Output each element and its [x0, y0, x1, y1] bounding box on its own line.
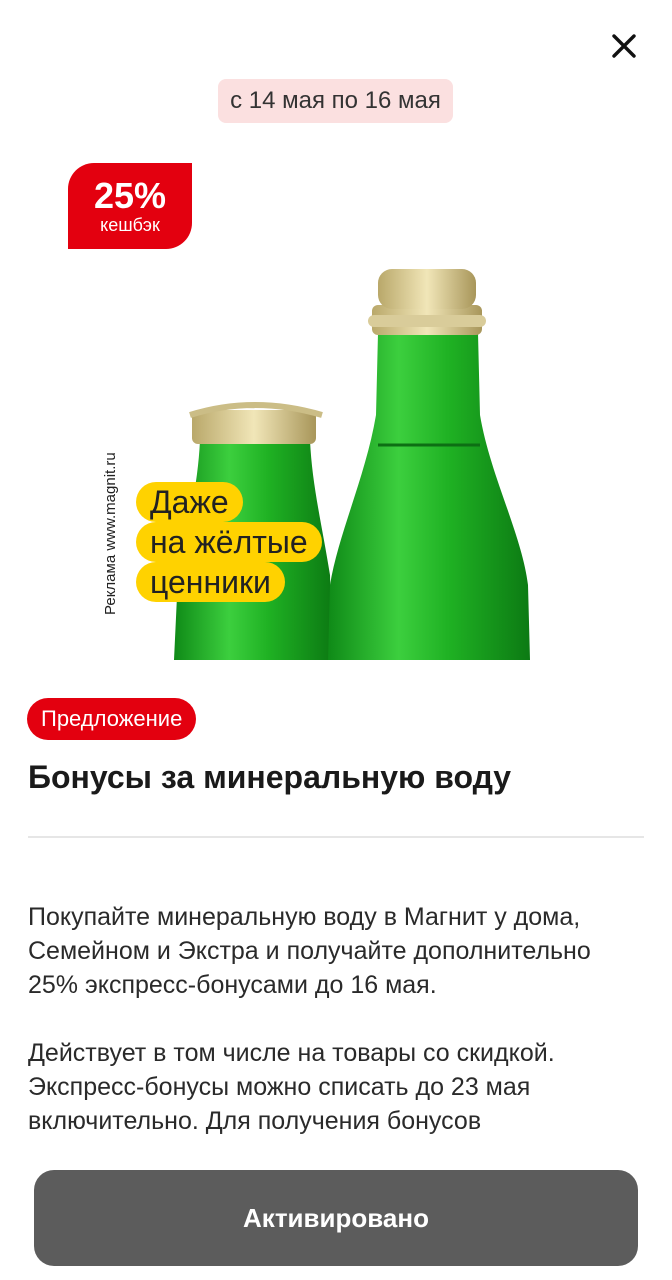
close-button[interactable] — [602, 24, 646, 68]
offer-bottom-sheet: с 14 мая по 16 мая 25% кешбэк Реклама ww… — [0, 0, 672, 1280]
ad-disclaimer: Реклама www.magnit.ru — [102, 452, 119, 615]
description-paragraph: Покупайте минеральную воду в Магнит у до… — [28, 903, 591, 999]
cashback-percent: 25% — [93, 175, 167, 216]
date-range-chip: с 14 мая по 16 мая — [218, 79, 453, 123]
offer-type-badge: Предложение — [27, 698, 197, 740]
label-line-2: на жёлтые — [136, 522, 322, 562]
description-paragraph: Действует в том числе на товары со скидк… — [28, 1039, 555, 1135]
label-line-3: ценники — [136, 562, 285, 602]
cashback-label: кешбэк — [100, 215, 160, 235]
promo-image: 25% кешбэк Реклама www.magnit.ru Даже на… — [60, 155, 620, 660]
close-icon — [612, 34, 636, 58]
label-line-1: Даже — [136, 482, 243, 522]
yellow-price-label: Даже на жёлтые ценники — [136, 482, 322, 602]
activated-button[interactable]: Активировано — [34, 1170, 638, 1266]
cashback-badge: 25% кешбэк — [68, 163, 192, 249]
divider — [28, 836, 644, 838]
offer-title: Бонусы за минеральную воду — [28, 759, 512, 795]
